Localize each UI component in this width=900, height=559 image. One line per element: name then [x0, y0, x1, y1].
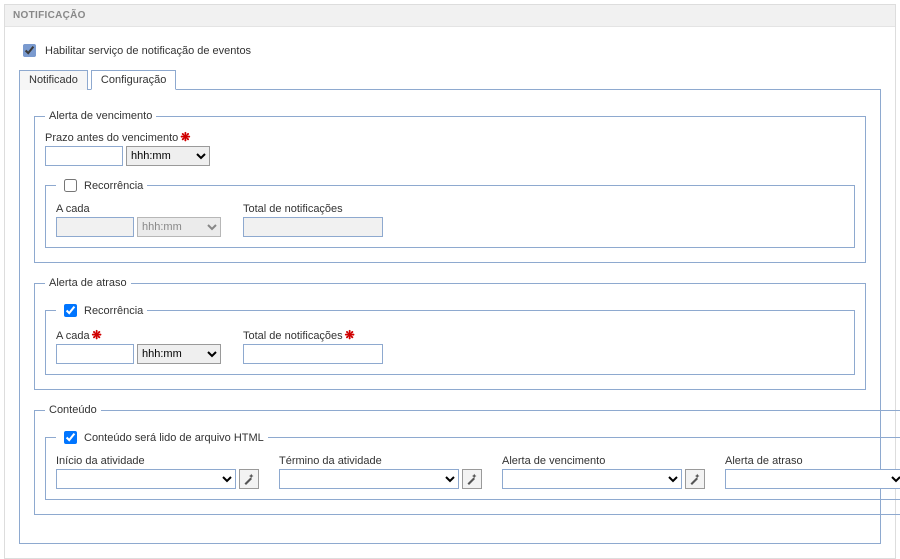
panel-body: Habilitar serviço de notificação de even…: [5, 27, 895, 558]
atraso-recorrencia-label: Recorrência: [84, 305, 143, 317]
atraso-acada-field: A cada❋ hhh:mm: [56, 328, 221, 364]
conteudo-arquivo-fieldset: Conteúdo será lido de arquivo HTML Iníci…: [45, 428, 900, 500]
conteudo-col-alerta-atraso: Alerta de atraso: [725, 455, 900, 489]
atraso-acada-unit-select[interactable]: hhh:mm: [137, 344, 221, 364]
conteudo-alerta-venc-label: Alerta de vencimento: [502, 455, 705, 467]
conteudo-termino-label: Término da atividade: [279, 455, 482, 467]
tab-configuracao[interactable]: Configuração: [91, 70, 176, 90]
conteudo-fieldset: Conteúdo Conteúdo será lido de arquivo H…: [34, 404, 900, 515]
conteudo-termino-picker-button[interactable]: [462, 469, 482, 489]
atraso-acada-label-text: A cada: [56, 330, 90, 342]
enable-row: Habilitar serviço de notificação de even…: [19, 41, 881, 60]
vencimento-total-field: Total de notificações: [243, 203, 383, 237]
conteudo-col-alerta-venc: Alerta de vencimento: [502, 455, 705, 489]
conteudo-alerta-venc-picker-button[interactable]: [685, 469, 705, 489]
atraso-acada-input[interactable]: [56, 344, 134, 364]
required-icon: ❋: [92, 328, 102, 342]
conteudo-arquivo-label: Conteúdo será lido de arquivo HTML: [84, 432, 264, 444]
notification-panel: NOTIFICAÇÃO Habilitar serviço de notific…: [4, 4, 896, 559]
atraso-acada-label: A cada❋: [56, 328, 221, 342]
conteudo-alerta-atraso-label: Alerta de atraso: [725, 455, 900, 467]
tab-configuracao-panel: Alerta de vencimento Prazo antes do venc…: [19, 90, 881, 544]
vencimento-total-input: [243, 217, 383, 237]
atraso-legend: Alerta de atraso: [45, 277, 131, 289]
prazo-field: Prazo antes do vencimento❋ hhh:mm: [45, 130, 210, 166]
vencimento-acada-field: A cada hhh:mm: [56, 203, 221, 237]
vencimento-fieldset: Alerta de vencimento Prazo antes do venc…: [34, 110, 866, 263]
conteudo-col-termino: Término da atividade: [279, 455, 482, 489]
prazo-label-text: Prazo antes do vencimento: [45, 132, 178, 144]
required-icon: ❋: [180, 130, 190, 144]
required-icon: ❋: [345, 328, 355, 342]
prazo-unit-select[interactable]: hhh:mm: [126, 146, 210, 166]
conteudo-legend: Conteúdo: [45, 404, 101, 416]
conteudo-inicio-picker-button[interactable]: [239, 469, 259, 489]
atraso-total-input[interactable]: [243, 344, 383, 364]
tabs: Notificado Configuração: [19, 70, 881, 90]
vencimento-recorrencia-checkbox[interactable]: [64, 179, 77, 192]
conteudo-inicio-select[interactable]: [56, 469, 236, 489]
vencimento-legend: Alerta de vencimento: [45, 110, 156, 122]
vencimento-acada-label: A cada: [56, 203, 221, 215]
atraso-total-label: Total de notificações❋: [243, 328, 383, 342]
atraso-recorrencia-checkbox[interactable]: [64, 304, 77, 317]
vencimento-acada-unit-select: hhh:mm: [137, 217, 221, 237]
vencimento-recorrencia-fieldset: Recorrência A cada hhh:mm: [45, 176, 855, 248]
panel-title: NOTIFICAÇÃO: [5, 5, 895, 27]
atraso-total-field: Total de notificações❋: [243, 328, 383, 364]
conteudo-alerta-atraso-select[interactable]: [725, 469, 900, 489]
atraso-total-label-text: Total de notificações: [243, 330, 343, 342]
wand-icon: [466, 473, 478, 485]
vencimento-total-label: Total de notificações: [243, 203, 383, 215]
tab-configuracao-label: Configuração: [101, 74, 166, 86]
enable-checkbox[interactable]: [23, 44, 36, 57]
wand-icon: [689, 473, 701, 485]
atraso-fieldset: Alerta de atraso Recorrência A cada❋: [34, 277, 866, 390]
atraso-recorrencia-fieldset: Recorrência A cada❋ hhh:mm: [45, 301, 855, 375]
prazo-input[interactable]: [45, 146, 123, 166]
prazo-label: Prazo antes do vencimento❋: [45, 130, 210, 144]
vencimento-recorrencia-label: Recorrência: [84, 180, 143, 192]
tab-notificado[interactable]: Notificado: [19, 70, 88, 90]
tab-notificado-label: Notificado: [29, 74, 78, 86]
conteudo-termino-select[interactable]: [279, 469, 459, 489]
wand-icon: [243, 473, 255, 485]
conteudo-arquivo-checkbox[interactable]: [64, 431, 77, 444]
vencimento-acada-input: [56, 217, 134, 237]
conteudo-inicio-label: Início da atividade: [56, 455, 259, 467]
conteudo-col-inicio: Início da atividade: [56, 455, 259, 489]
enable-label: Habilitar serviço de notificação de even…: [45, 45, 251, 57]
conteudo-alerta-venc-select[interactable]: [502, 469, 682, 489]
